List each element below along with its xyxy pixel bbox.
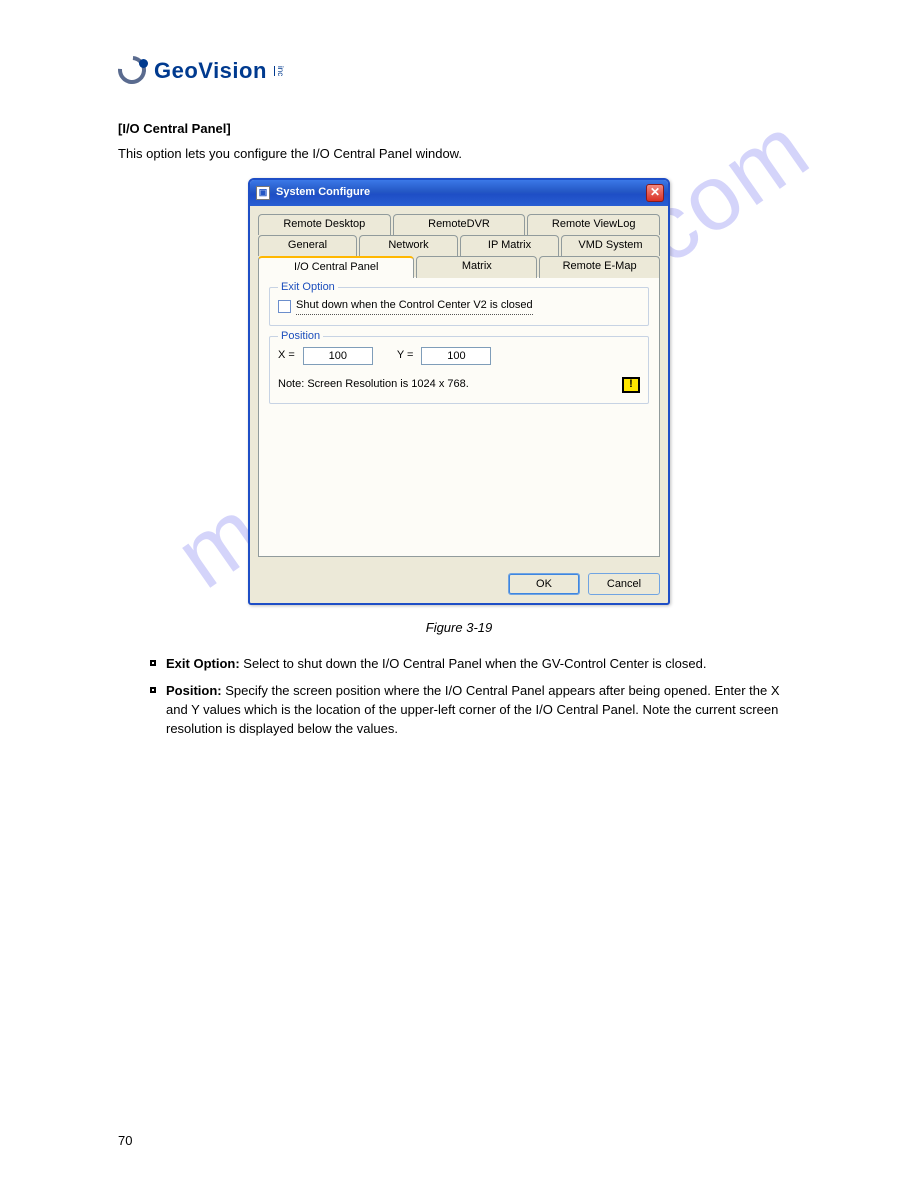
section-heading: [I/O Central Panel] <box>118 120 800 139</box>
square-bullet-icon <box>150 660 156 666</box>
tab-matrix[interactable]: Matrix <box>416 256 537 278</box>
bullet-list: Exit Option: Select to shut down the I/O… <box>150 655 800 738</box>
system-configure-dialog: ▣ System Configure ✕ Remote Desktop Remo… <box>248 178 670 605</box>
tab-remote-emap[interactable]: Remote E-Map <box>539 256 660 278</box>
position-legend: Position <box>278 329 323 345</box>
exit-option-group: Exit Option Shut down when the Control C… <box>269 287 649 327</box>
cancel-button[interactable]: Cancel <box>588 573 660 595</box>
ok-button[interactable]: OK <box>508 573 580 595</box>
tab-network[interactable]: Network <box>359 235 458 256</box>
bullet-2-bold: Position: <box>166 683 222 698</box>
x-input[interactable] <box>303 347 373 365</box>
bullet-exit-option: Exit Option: Select to shut down the I/O… <box>150 655 800 674</box>
position-group: Position X = Y = Note: Screen Resolution… <box>269 336 649 404</box>
tab-row-3: I/O Central Panel Matrix Remote E-Map <box>258 256 660 278</box>
bullet-2-rest: Specify the screen position where the I/… <box>166 683 780 736</box>
bullet-1-bold: Exit Option: <box>166 656 240 671</box>
warning-icon: ! <box>622 377 640 393</box>
tab-remote-desktop[interactable]: Remote Desktop <box>258 214 391 235</box>
exit-option-legend: Exit Option <box>278 280 338 296</box>
dialog-title: System Configure <box>276 185 646 201</box>
square-bullet-icon <box>150 687 156 693</box>
resolution-note: Note: Screen Resolution is 1024 x 768. <box>278 377 469 393</box>
app-icon: ▣ <box>256 186 270 200</box>
tab-row-1: Remote Desktop RemoteDVR Remote ViewLog <box>258 214 660 235</box>
page-body: [I/O Central Panel] This option lets you… <box>118 120 800 749</box>
dialog-buttons: OK Cancel <box>250 565 668 603</box>
y-label: Y = <box>397 348 414 364</box>
logo-inc: inc <box>274 66 285 76</box>
tab-ip-matrix[interactable]: IP Matrix <box>460 235 559 256</box>
page-number: 70 <box>118 1133 132 1148</box>
figure-caption: Figure 3-19 <box>118 619 800 638</box>
logo-mark <box>118 56 148 86</box>
y-input[interactable] <box>421 347 491 365</box>
tab-remotedvr[interactable]: RemoteDVR <box>393 214 526 235</box>
bullet-position: Position: Specify the screen position wh… <box>150 682 800 739</box>
bullet-1-rest: Select to shut down the I/O Central Pane… <box>240 656 707 671</box>
tab-panel: Exit Option Shut down when the Control C… <box>258 277 660 557</box>
tab-vmd-system[interactable]: VMD System <box>561 235 660 256</box>
titlebar: ▣ System Configure ✕ <box>250 180 668 206</box>
shutdown-checkbox[interactable] <box>278 300 291 313</box>
tab-remote-viewlog[interactable]: Remote ViewLog <box>527 214 660 235</box>
intro-paragraph: This option lets you configure the I/O C… <box>118 145 800 164</box>
shutdown-checkbox-label: Shut down when the Control Center V2 is … <box>296 298 533 316</box>
close-button[interactable]: ✕ <box>646 184 664 202</box>
x-label: X = <box>278 348 295 364</box>
logo-text: GeoVision <box>154 58 267 84</box>
logo: GeoVision inc <box>118 56 285 86</box>
dialog-inner: Remote Desktop RemoteDVR Remote ViewLog … <box>250 206 668 565</box>
tab-io-central-panel[interactable]: I/O Central Panel <box>258 256 414 278</box>
tab-row-2: General Network IP Matrix VMD System <box>258 235 660 256</box>
tab-general[interactable]: General <box>258 235 357 256</box>
